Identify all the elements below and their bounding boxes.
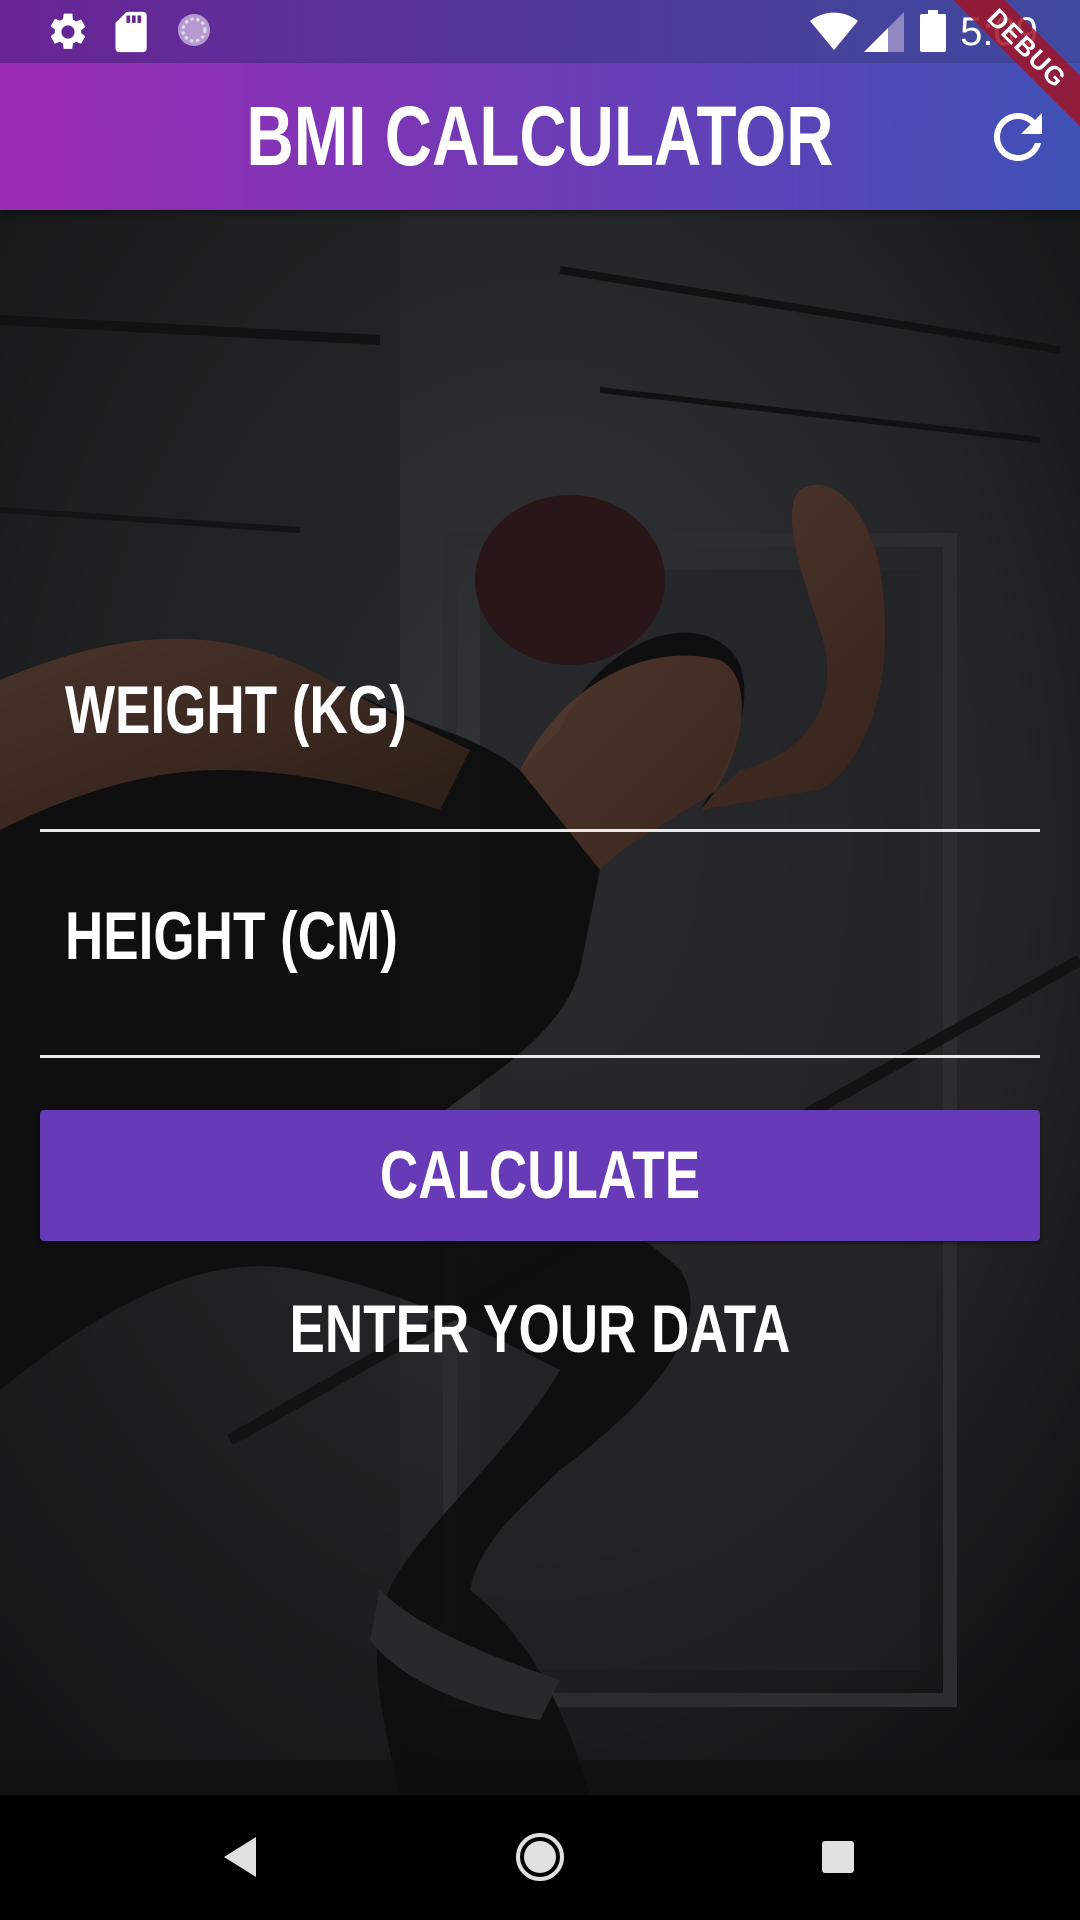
loading-icon: [174, 10, 214, 54]
nav-bar: [0, 1795, 1080, 1920]
screen: 5:09 BMI CALCULATOR DEBUG WEIGHT (KG) HE…: [0, 0, 1080, 1920]
battery-icon: [920, 10, 946, 56]
refresh-button[interactable]: [982, 101, 1054, 173]
height-input[interactable]: HEIGHT (CM): [40, 866, 1040, 1058]
height-label: HEIGHT (CM): [65, 898, 398, 974]
refresh-icon: [993, 112, 1042, 161]
height-underline: [40, 1055, 1040, 1058]
back-icon: [224, 1837, 256, 1877]
status-bar: 5:09: [0, 0, 1080, 63]
recents-button[interactable]: [798, 1817, 878, 1897]
home-icon: [516, 1833, 564, 1881]
weight-input[interactable]: WEIGHT (KG): [40, 640, 1040, 832]
calculate-label: CALCULATE: [379, 1137, 701, 1213]
sd-card-icon: [112, 10, 152, 58]
weight-label: WEIGHT (KG): [65, 672, 407, 748]
result-text: ENTER YOUR DATA: [289, 1291, 791, 1367]
weight-underline: [40, 829, 1040, 832]
back-button[interactable]: [200, 1817, 280, 1897]
settings-icon: [46, 10, 90, 58]
status-time: 5:09: [960, 10, 1038, 54]
app-bar: BMI CALCULATOR: [0, 63, 1080, 210]
cell-signal-icon: [864, 12, 904, 56]
recents-icon: [822, 1841, 854, 1873]
calculate-button[interactable]: CALCULATE: [40, 1110, 1040, 1241]
wifi-icon: [810, 12, 858, 56]
app-title: BMI CALCULATOR: [246, 89, 834, 183]
home-button[interactable]: [500, 1817, 580, 1897]
